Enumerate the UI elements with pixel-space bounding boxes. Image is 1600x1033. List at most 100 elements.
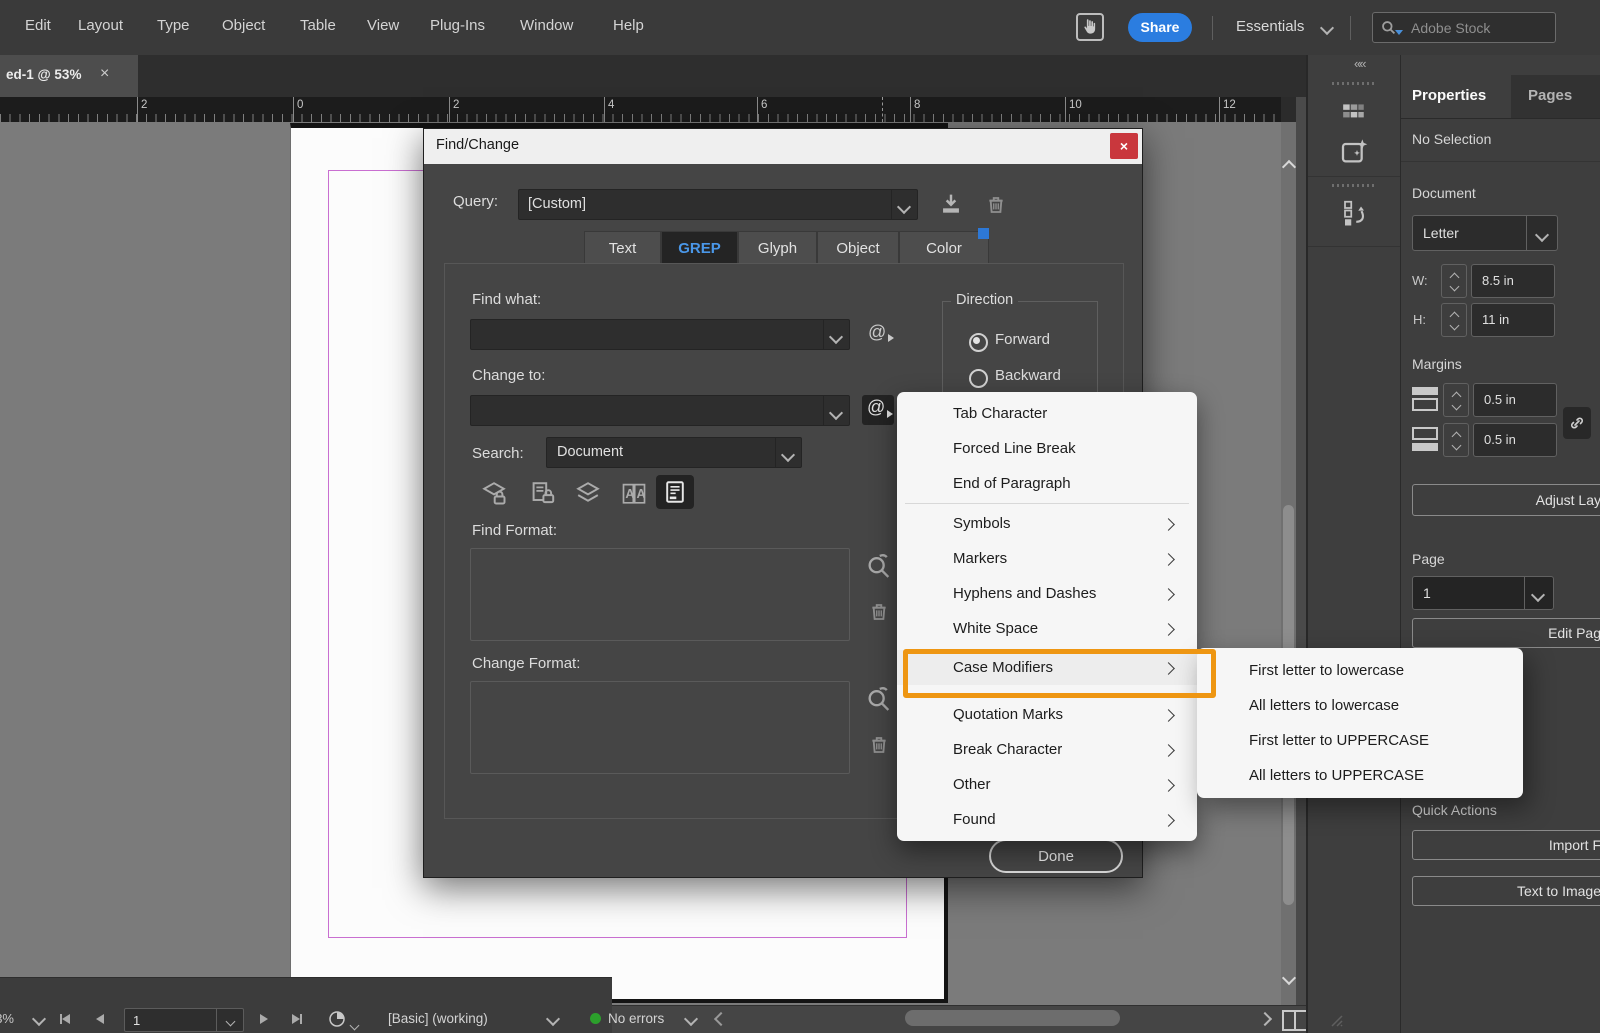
menu-plugins[interactable]: Plug-Ins (430, 17, 485, 34)
menu-table[interactable]: Table (300, 17, 336, 34)
import-file-button[interactable]: Import F (1412, 830, 1600, 860)
submenu-item-first-letter-uppercase[interactable]: First letter to UPPERCASE (1197, 723, 1523, 758)
menu-item-tab-character[interactable]: Tab Character (897, 396, 1197, 431)
menu-item-white-space[interactable]: White Space (897, 611, 1197, 646)
include-locked-layers-icon[interactable] (480, 479, 508, 507)
menu-edit[interactable]: Edit (25, 17, 51, 34)
menu-item-markers[interactable]: Markers (897, 541, 1197, 576)
touch-hand-icon[interactable] (1076, 13, 1104, 41)
find-what-field[interactable] (470, 319, 850, 350)
radio-backward[interactable] (969, 369, 988, 388)
last-page-button[interactable] (292, 1014, 302, 1024)
dropdown-arrow[interactable] (1524, 577, 1553, 609)
first-page-button[interactable] (60, 1014, 70, 1024)
error-status-label[interactable]: No errors (608, 1011, 664, 1026)
dock-gripper[interactable] (1332, 184, 1376, 187)
submenu-item-all-letters-lowercase[interactable]: All letters to lowercase (1197, 688, 1523, 723)
color-themes-icon[interactable] (1341, 100, 1367, 124)
dialog-title-bar[interactable]: Find/Change × (424, 129, 1142, 164)
change-format-picker-icon[interactable] (865, 685, 893, 713)
width-field[interactable]: 8.5 in (1471, 264, 1555, 298)
collapse-panels-icon[interactable]: «« (1354, 56, 1364, 71)
menu-item-other[interactable]: Other (897, 767, 1197, 802)
horizontal-scrollbar-thumb[interactable] (905, 1010, 1120, 1026)
include-locked-stories-icon[interactable] (528, 479, 556, 507)
menu-item-forced-line-break[interactable]: Forced Line Break (897, 431, 1197, 466)
menu-object[interactable]: Object (222, 17, 265, 34)
page-select[interactable]: 1 (1412, 576, 1554, 610)
done-button[interactable]: Done (989, 839, 1123, 873)
dropdown-arrow[interactable] (823, 396, 849, 425)
menu-view[interactable]: View (367, 17, 399, 34)
clear-find-format-icon[interactable] (867, 598, 891, 624)
radio-forward[interactable] (969, 333, 988, 352)
tab-pages[interactable]: Pages (1511, 75, 1600, 118)
bottom-margin-stepper[interactable] (1443, 423, 1469, 457)
width-stepper[interactable] (1441, 264, 1467, 298)
submenu-item-all-letters-uppercase[interactable]: All letters to UPPERCASE (1197, 758, 1523, 793)
top-margin-field[interactable]: 0.5 in (1473, 383, 1557, 417)
menu-item-end-of-paragraph[interactable]: End of Paragraph (897, 466, 1197, 501)
menu-type[interactable]: Type (157, 17, 190, 34)
dropdown-arrow[interactable] (891, 190, 917, 219)
history-revert-icon[interactable] (1341, 198, 1369, 228)
share-button[interactable]: Share (1128, 13, 1192, 42)
tab-grep[interactable]: GREP (661, 231, 738, 264)
top-margin-stepper[interactable] (1443, 383, 1469, 417)
resize-grip-icon[interactable] (1328, 1012, 1344, 1028)
bottom-margin-field[interactable]: 0.5 in (1473, 423, 1557, 457)
link-margins-button[interactable] (1563, 407, 1591, 439)
tab-glyph[interactable]: Glyph (738, 231, 817, 264)
whole-word-toggle[interactable] (656, 475, 694, 509)
backward-label[interactable]: Backward (995, 367, 1061, 384)
dropdown-arrow[interactable] (823, 320, 849, 349)
previous-page-button[interactable] (96, 1014, 104, 1024)
menu-item-hyphens-and-dashes[interactable]: Hyphens and Dashes (897, 576, 1197, 611)
find-format-picker-icon[interactable] (865, 552, 893, 580)
save-query-icon[interactable] (938, 191, 964, 217)
menu-layout[interactable]: Layout (78, 17, 123, 34)
include-hidden-layers-icon[interactable] (574, 479, 602, 507)
menu-item-found[interactable]: Found (897, 802, 1197, 837)
next-page-button[interactable] (260, 1014, 268, 1024)
preflight-profile[interactable]: [Basic] (working) (388, 1011, 488, 1026)
search-dropdown-icon[interactable] (1395, 30, 1403, 35)
change-format-box[interactable] (470, 681, 850, 774)
stock-search-box[interactable]: Adobe Stock (1372, 12, 1556, 43)
dropdown-arrow[interactable] (1526, 216, 1557, 250)
horizontal-ruler[interactable] (0, 97, 1281, 122)
submenu-item-first-letter-lowercase[interactable]: First letter to lowercase (1197, 653, 1523, 688)
menu-item-quotation-marks[interactable]: Quotation Marks (897, 697, 1197, 732)
find-special-char-button[interactable]: @ (864, 320, 896, 350)
preflight-icon[interactable] (328, 1010, 346, 1028)
document-tab[interactable]: ed-1 @ 53% × (0, 55, 138, 97)
query-select[interactable]: [Custom] (518, 189, 918, 220)
dialog-close-button[interactable]: × (1110, 133, 1138, 159)
adjust-layout-button[interactable]: Adjust Lay (1412, 484, 1600, 516)
page-number-field[interactable]: 1 (124, 1008, 244, 1032)
menu-help[interactable]: Help (613, 17, 644, 34)
menu-item-break-character[interactable]: Break Character (897, 732, 1197, 767)
page-size-select[interactable]: Letter (1412, 215, 1558, 251)
dock-gripper[interactable] (1332, 82, 1376, 85)
forward-label[interactable]: Forward (995, 331, 1050, 348)
height-stepper[interactable] (1441, 303, 1467, 337)
height-field[interactable]: 11 in (1471, 303, 1555, 337)
tab-color[interactable]: Color (899, 231, 989, 264)
menu-window[interactable]: Window (520, 17, 573, 34)
change-to-field[interactable] (470, 395, 850, 426)
zoom-level-field[interactable]: 53% (0, 1011, 14, 1026)
dropdown-arrow[interactable] (775, 438, 801, 467)
edit-page-button[interactable]: Edit Pag (1412, 618, 1600, 648)
tab-text[interactable]: Text (584, 231, 661, 264)
tab-properties[interactable]: Properties (1401, 75, 1511, 118)
close-icon[interactable]: × (100, 65, 109, 83)
text-to-image-button[interactable]: Text to Image (1412, 876, 1600, 906)
page-dropdown-arrow[interactable] (216, 1009, 243, 1031)
search-scope-select[interactable]: Document (546, 437, 802, 468)
clear-change-format-icon[interactable] (867, 731, 891, 757)
spread-view-icon[interactable] (1282, 1010, 1308, 1031)
tab-object[interactable]: Object (817, 231, 899, 264)
menu-item-symbols[interactable]: Symbols (897, 506, 1197, 541)
change-special-char-button[interactable]: @ (862, 395, 894, 425)
